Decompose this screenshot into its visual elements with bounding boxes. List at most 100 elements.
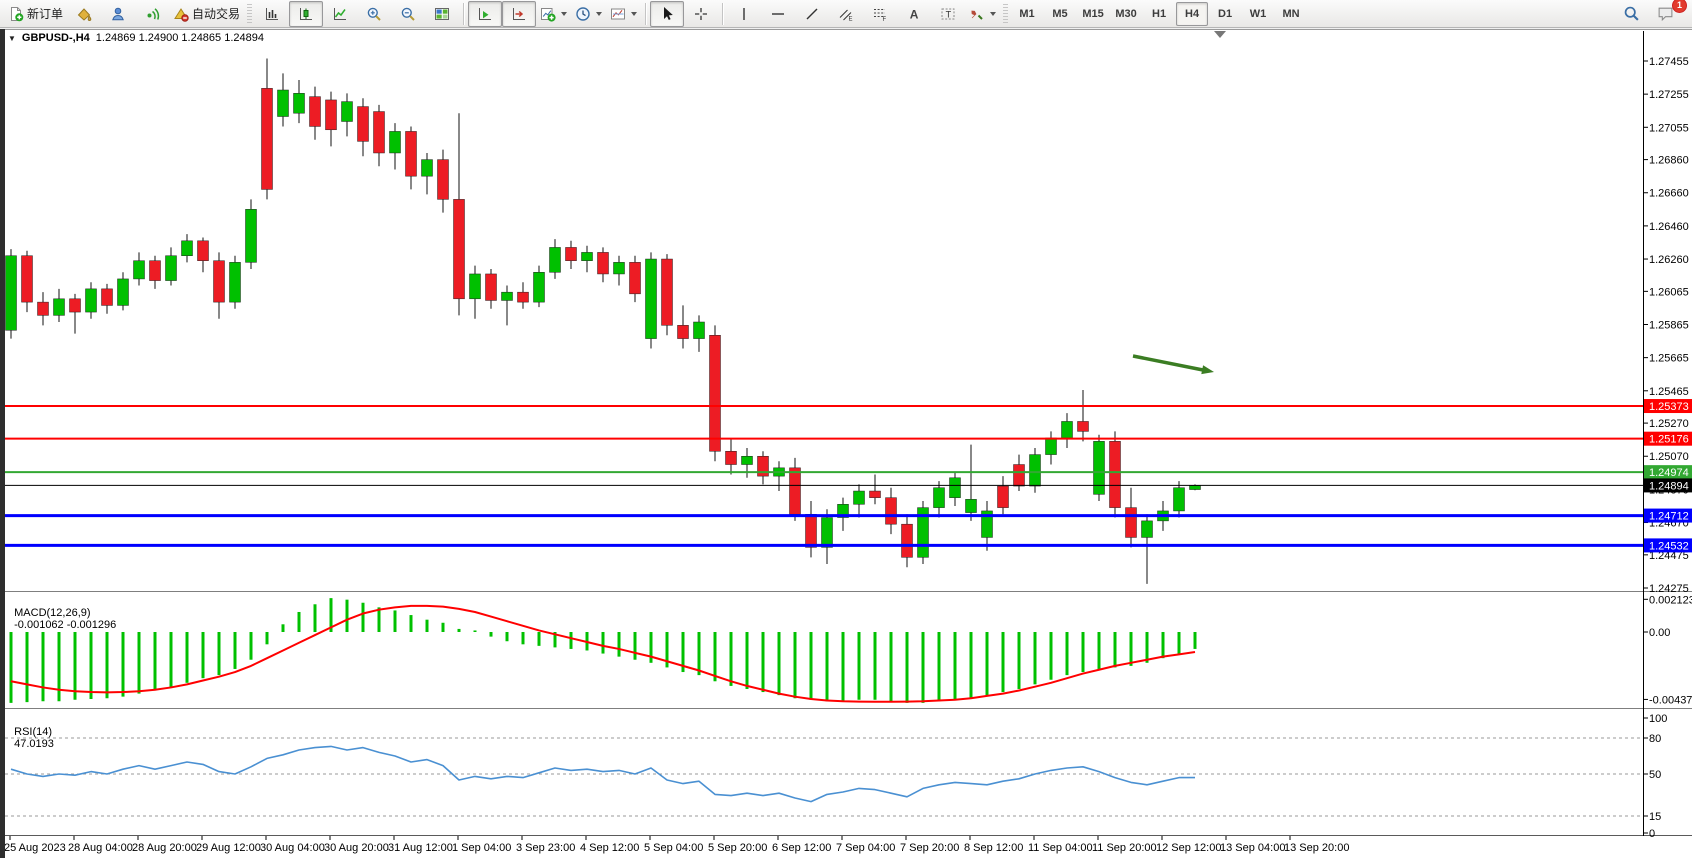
candle-down bbox=[518, 292, 529, 302]
candle-up bbox=[230, 262, 241, 302]
line-chart-icon bbox=[332, 6, 348, 22]
vertical-line-tool-button[interactable] bbox=[727, 1, 761, 27]
candle-down bbox=[438, 160, 449, 200]
timeframe-button-H1[interactable]: H1 bbox=[1143, 2, 1175, 26]
candle-down bbox=[326, 100, 337, 130]
candle-up bbox=[182, 241, 193, 256]
horizontal-line-tool-button[interactable] bbox=[761, 1, 795, 27]
macd-values: -0.001062 -0.001296 bbox=[14, 619, 116, 631]
paint-bucket-icon bbox=[76, 6, 92, 22]
auto-scroll-button[interactable] bbox=[468, 1, 502, 27]
line-chart-button[interactable] bbox=[323, 1, 357, 27]
candle-up bbox=[54, 299, 65, 316]
price-tick-label: 1.27055 bbox=[1649, 122, 1689, 134]
bar-chart-button[interactable] bbox=[255, 1, 289, 27]
rsi-tick-label: 80 bbox=[1649, 733, 1661, 745]
timeframe-button-M15[interactable]: M15 bbox=[1077, 2, 1109, 26]
styles-button[interactable] bbox=[67, 1, 101, 27]
crosshair-button[interactable] bbox=[684, 1, 718, 27]
chevron-down-icon bbox=[990, 12, 996, 16]
candle-down bbox=[566, 247, 577, 260]
person-icon bbox=[110, 6, 126, 22]
candle-up bbox=[166, 256, 177, 281]
mt4-application: { "toolbar": { "new_order_label": "新订单",… bbox=[0, 0, 1692, 858]
candle-up bbox=[422, 160, 433, 177]
periods-button[interactable] bbox=[571, 1, 606, 27]
auto-trading-button[interactable]: 自动交易 bbox=[169, 1, 244, 27]
text-tool-button[interactable]: A bbox=[897, 1, 931, 27]
zoom-in-button[interactable] bbox=[357, 1, 391, 27]
candle-down bbox=[310, 97, 321, 127]
cursor-button[interactable] bbox=[650, 1, 684, 27]
candle-up bbox=[118, 279, 129, 306]
chat-button[interactable]: 1 bbox=[1648, 1, 1682, 27]
candle-up bbox=[742, 456, 753, 464]
price-tick-label: 1.25070 bbox=[1649, 451, 1689, 463]
chart-shift-icon bbox=[511, 6, 527, 22]
fibonacci-icon: F bbox=[872, 6, 888, 22]
candle-up bbox=[134, 261, 145, 279]
time-tick-label: 1 Sep 04:00 bbox=[452, 842, 511, 854]
chart-canvas[interactable]: 1.274551.272551.270551.268601.266601.264… bbox=[0, 29, 1692, 858]
chevron-down-icon bbox=[596, 12, 602, 16]
price-tick-label: 1.26860 bbox=[1649, 155, 1689, 167]
tile-windows-icon bbox=[434, 6, 450, 22]
search-button[interactable] bbox=[1614, 1, 1648, 27]
price-tick-label: 1.25465 bbox=[1649, 386, 1689, 398]
community-button[interactable] bbox=[101, 1, 135, 27]
zoom-out-icon bbox=[400, 6, 416, 22]
candle-up bbox=[1142, 521, 1153, 538]
time-tick-label: 8 Sep 12:00 bbox=[964, 842, 1023, 854]
time-tick-label: 5 Sep 20:00 bbox=[708, 842, 767, 854]
candle-down bbox=[1014, 465, 1025, 487]
candle-down bbox=[1110, 441, 1121, 507]
timeframe-button-M5[interactable]: M5 bbox=[1044, 2, 1076, 26]
candle-down bbox=[406, 131, 417, 176]
candle-up bbox=[614, 262, 625, 274]
price-tick-label: 1.26065 bbox=[1649, 286, 1689, 298]
candle-down bbox=[262, 88, 273, 189]
candle-up bbox=[390, 131, 401, 153]
equidistant-channel-tool-button[interactable]: E bbox=[829, 1, 863, 27]
signals-button[interactable] bbox=[135, 1, 169, 27]
timeframe-button-MN[interactable]: MN bbox=[1275, 2, 1307, 26]
candle-down bbox=[790, 468, 801, 514]
search-icon bbox=[1623, 5, 1640, 22]
text-label-tool-button[interactable]: T bbox=[931, 1, 965, 27]
price-tick-label: 1.26460 bbox=[1649, 221, 1689, 233]
candle-down bbox=[870, 491, 881, 498]
new-order-button[interactable]: 新订单 bbox=[4, 1, 67, 27]
rsi-value: 47.0193 bbox=[14, 738, 54, 750]
timeframe-button-H4[interactable]: H4 bbox=[1176, 2, 1208, 26]
one-click-trading-toggle-icon[interactable]: ▼ bbox=[8, 34, 16, 43]
candle-up bbox=[534, 272, 545, 302]
price-tick-label: 1.25865 bbox=[1649, 319, 1689, 331]
timeframe-button-D1[interactable]: D1 bbox=[1209, 2, 1241, 26]
chevron-down-icon bbox=[561, 12, 567, 16]
zoom-out-button[interactable] bbox=[391, 1, 425, 27]
timeframe-button-M1[interactable]: M1 bbox=[1011, 2, 1043, 26]
candle-down bbox=[38, 302, 49, 315]
timeframe-button-M30[interactable]: M30 bbox=[1110, 2, 1142, 26]
chart-shift-button[interactable] bbox=[502, 1, 536, 27]
indicators-button[interactable] bbox=[536, 1, 571, 27]
macd-tick-label: 0.002123 bbox=[1649, 594, 1692, 606]
fibonacci-tool-button[interactable]: F bbox=[863, 1, 897, 27]
price-tick-label: 1.24275 bbox=[1649, 583, 1689, 595]
auto-scroll-icon bbox=[477, 6, 493, 22]
candlestick-chart-button[interactable] bbox=[289, 1, 323, 27]
time-tick-label: 6 Sep 12:00 bbox=[772, 842, 831, 854]
candle-down bbox=[454, 199, 465, 298]
trendline-tool-button[interactable] bbox=[795, 1, 829, 27]
macd-tick-label: 0.00 bbox=[1649, 627, 1670, 639]
candle-down bbox=[726, 451, 737, 464]
timeframe-button-W1[interactable]: W1 bbox=[1242, 2, 1274, 26]
candle-down bbox=[598, 252, 609, 274]
candle-up bbox=[1174, 488, 1185, 511]
tile-windows-button[interactable] bbox=[425, 1, 459, 27]
time-tick-label: 12 Sep 12:00 bbox=[1156, 842, 1221, 854]
arrows-tool-button[interactable] bbox=[965, 1, 1000, 27]
candle-up bbox=[646, 259, 657, 339]
templates-button[interactable] bbox=[606, 1, 641, 27]
candle-down bbox=[486, 274, 497, 301]
